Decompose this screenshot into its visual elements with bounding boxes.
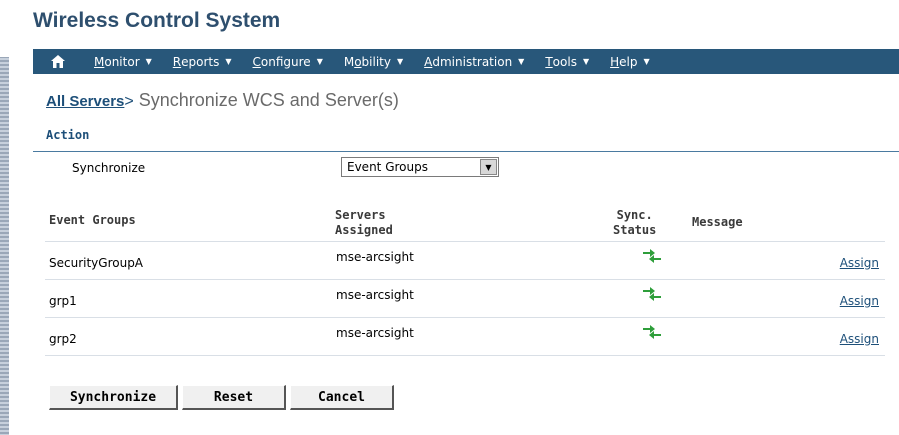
synchronize-label: Synchronize: [72, 161, 146, 175]
caret-down-icon: ▼: [396, 57, 404, 66]
table-row: grp2 mse-arcsight Assign: [45, 318, 885, 356]
header-sync-status: Sync. Status: [613, 208, 657, 237]
table-row: SecurityGroupA mse-arcsight Assign: [45, 242, 885, 280]
breadcrumb-all-servers-link[interactable]: All Servers: [46, 93, 124, 110]
sync-status-icon: [643, 249, 661, 263]
nav-reports[interactable]: Reports ▼: [173, 55, 232, 69]
assign-link[interactable]: Assign: [840, 332, 879, 346]
select-value: Event Groups: [347, 160, 428, 174]
main-nav-bar: Monitor ▼ Reports ▼ Configure ▼ Mo bility ▼ A…: [33, 49, 899, 74]
home-button[interactable]: [43, 49, 73, 74]
nav-help[interactable]: Help ▼: [610, 55, 650, 69]
event-group-name: SecurityGroupA: [49, 256, 144, 270]
section-divider: [33, 151, 899, 152]
nav-tools[interactable]: Tools ▼: [545, 55, 589, 69]
home-icon: [51, 55, 65, 68]
nav-configure[interactable]: Configure ▼: [253, 55, 323, 69]
breadcrumb-separator: >: [124, 93, 134, 110]
caret-down-icon: ▼: [643, 57, 650, 66]
synchronize-type-select[interactable]: Event Groups ▼: [341, 157, 499, 177]
sync-status-icon: [643, 287, 661, 301]
reset-button[interactable]: Reset: [182, 385, 286, 410]
server-assigned: mse-arcsight: [336, 250, 414, 264]
caret-down-icon: ▼: [316, 57, 323, 66]
sync-status-icon: [643, 325, 661, 339]
event-group-name: grp2: [49, 332, 77, 346]
header-event-groups: Event Groups: [49, 213, 136, 227]
cancel-button[interactable]: Cancel: [290, 385, 394, 410]
caret-down-icon: ▼: [582, 57, 590, 66]
nav-administration[interactable]: Administration ▼: [424, 55, 524, 69]
page-title: Synchronize WCS and Server(s): [133, 90, 399, 110]
breadcrumb: All Servers> Synchronize WCS and Server(…: [46, 90, 399, 111]
caret-down-icon: ▼: [225, 57, 232, 66]
header-message: Message: [692, 215, 743, 229]
app-title: Wireless Control System: [33, 9, 281, 32]
table-row: grp1 mse-arcsight Assign: [45, 280, 885, 318]
nav-mobility[interactable]: Mo bility ▼: [344, 55, 403, 69]
header-servers-assigned: Servers Assigned: [335, 208, 393, 237]
event-group-name: grp1: [49, 294, 77, 308]
nav-monitor[interactable]: Monitor ▼: [94, 55, 152, 69]
synchronize-button[interactable]: Synchronize: [49, 385, 178, 410]
caret-down-icon: ▼: [518, 57, 525, 66]
caret-down-icon: ▼: [145, 57, 152, 66]
server-assigned: mse-arcsight: [336, 326, 414, 340]
server-assigned: mse-arcsight: [336, 288, 414, 302]
action-section-title: Action: [46, 128, 90, 142]
form-button-bar: Synchronize Reset Cancel: [49, 385, 394, 410]
dropdown-arrow-icon[interactable]: ▼: [480, 159, 497, 175]
assign-link[interactable]: Assign: [840, 256, 879, 270]
assign-link[interactable]: Assign: [840, 294, 879, 308]
left-edge-stripe: [0, 0, 9, 435]
